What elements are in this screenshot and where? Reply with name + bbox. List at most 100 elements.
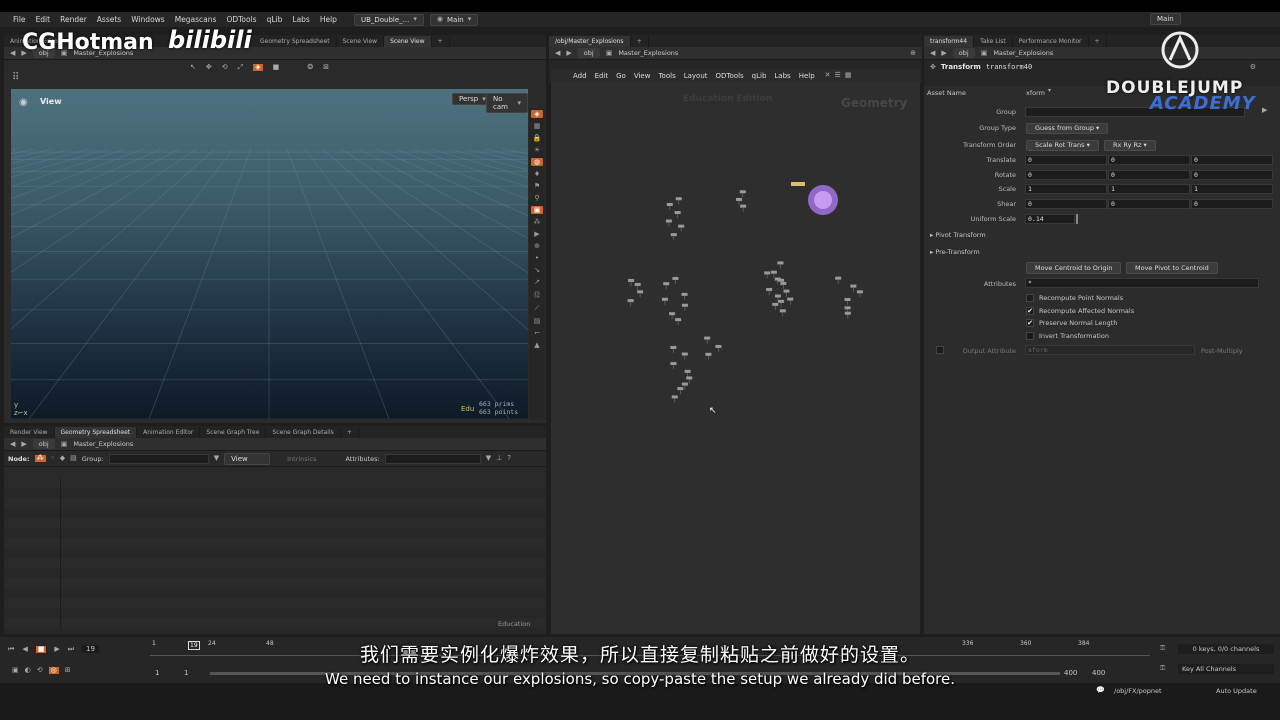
texture-icon[interactable]: ▣ — [531, 206, 543, 214]
camera-tool-icon[interactable]: ▶ — [534, 230, 539, 238]
chevron-down-icon[interactable]: ▾ — [1048, 88, 1051, 94]
path-node[interactable]: Master_Explosions — [618, 49, 678, 57]
path-node[interactable]: Master_Explosions — [73, 440, 133, 448]
net-menu-view[interactable]: View — [630, 72, 655, 80]
points-mode-icon[interactable]: ⁂ — [34, 455, 46, 462]
menu-odtools[interactable]: ODTools — [221, 15, 261, 24]
move-tool-icon[interactable]: ✥ — [206, 63, 212, 71]
translate-z-field[interactable]: 0 — [1191, 155, 1273, 165]
add-tab-button[interactable]: + — [432, 36, 450, 47]
output-attribute-field[interactable]: xform — [1025, 345, 1195, 355]
network-editor[interactable]: Education Edition Geometry ↖ — [551, 82, 920, 634]
uniform-scale-slider[interactable] — [1076, 214, 1078, 224]
target-icon[interactable]: ⊕ — [534, 242, 540, 250]
back-arrow-icon[interactable]: ◀ — [930, 49, 935, 57]
pin-icon[interactable]: ⊕ — [910, 49, 916, 57]
number-icon[interactable]: ⑫ — [534, 290, 541, 300]
net-menu-qlib[interactable]: qLib — [748, 72, 771, 80]
scale-y-field[interactable]: 1 — [1108, 184, 1190, 194]
transform-order-menu[interactable]: Scale Rot Trans ▾ — [1026, 140, 1099, 151]
tab-network-path[interactable]: /obj/Master_Explosions — [549, 36, 631, 47]
pose-tool-icon[interactable]: ■ — [273, 63, 280, 71]
add-tab-button[interactable]: + — [631, 36, 649, 47]
back-arrow-icon[interactable]: ◀ — [10, 440, 15, 448]
menu-labs[interactable]: Labs — [287, 15, 314, 24]
bulb-icon[interactable]: ♦ — [534, 170, 540, 178]
tab-performance-monitor[interactable]: Performance Monitor — [1013, 36, 1089, 47]
right-context-dropdown[interactable]: Main — [1150, 13, 1181, 25]
group-input[interactable] — [108, 453, 209, 464]
tools-icon[interactable]: ✕ — [825, 72, 831, 79]
camera-nocam-menu[interactable]: No cam ▾ — [486, 93, 528, 113]
tab-take-list[interactable]: Take List — [974, 36, 1013, 47]
filter-icon[interactable]: ▼ — [214, 455, 219, 462]
lock-icon[interactable]: 🔒 — [533, 134, 542, 142]
post-multiply-menu[interactable]: Post-Multiply — [1201, 347, 1243, 355]
dot-icon[interactable]: • — [535, 254, 539, 262]
menu-render[interactable]: Render — [55, 15, 92, 24]
net-menu-edit[interactable]: Edit — [591, 72, 613, 80]
flag-icon[interactable]: ⚑ — [534, 182, 540, 190]
tab-scene-view-2[interactable]: Scene View — [384, 36, 432, 47]
forward-arrow-icon[interactable]: ▶ — [21, 440, 26, 448]
vertices-mode-icon[interactable]: ◦ — [51, 455, 55, 462]
rotate-x-field[interactable]: 0 — [1025, 170, 1107, 180]
move-centroid-origin-button[interactable]: Move Centroid to Origin — [1026, 262, 1122, 274]
net-menu-add[interactable]: Add — [569, 72, 591, 80]
gear-icon[interactable]: ⚙ — [1250, 63, 1256, 71]
net-menu-help[interactable]: Help — [795, 72, 819, 80]
tab-render-view[interactable]: Render View — [4, 427, 55, 438]
chat-icon[interactable]: 💬 — [1096, 687, 1105, 694]
add-tab-button[interactable]: + — [1089, 36, 1107, 47]
translate-y-field[interactable]: 0 — [1108, 155, 1190, 165]
ghost-icon[interactable]: ▦ — [534, 122, 541, 130]
menu-assets[interactable]: Assets — [92, 15, 126, 24]
path-level[interactable]: obj — [952, 48, 975, 58]
shear-x-field[interactable]: 0 — [1025, 199, 1107, 209]
list-icon[interactable]: ☰ — [835, 72, 841, 79]
scale-tool-icon[interactable]: ⤢ — [238, 63, 244, 71]
attributes-input[interactable] — [384, 453, 481, 464]
arrow-select-icon[interactable]: ▶ — [1262, 107, 1267, 114]
shear-z-field[interactable]: 0 — [1191, 199, 1273, 209]
net-menu-layout[interactable]: Layout — [680, 72, 712, 80]
net-menu-tools[interactable]: Tools — [654, 72, 679, 80]
triangle-icon[interactable]: ▲ — [534, 341, 539, 349]
invert-transformation-checkbox[interactable] — [1026, 332, 1034, 340]
display-options-icon[interactable]: ⊠ — [323, 63, 329, 71]
measure-icon[interactable]: ↘ — [534, 266, 540, 274]
scale-x-field[interactable]: 1 — [1025, 184, 1107, 194]
primitives-mode-icon[interactable]: ◆ — [60, 455, 65, 462]
tab-animation-editor-2[interactable]: Animation Editor — [137, 427, 201, 438]
recompute-point-normals-checkbox[interactable] — [1026, 294, 1034, 302]
rotate-y-field[interactable]: 0 — [1108, 170, 1190, 180]
tab-geometry-spreadsheet-2[interactable]: Geometry Spreadsheet — [54, 427, 138, 438]
net-menu-odtools[interactable]: ODTools — [712, 72, 748, 80]
tab-scene-view-1[interactable]: Scene View — [337, 36, 385, 47]
snap-icon[interactable]: ❂ — [307, 63, 313, 71]
corner-icon[interactable]: ⌐ — [534, 329, 540, 337]
translate-x-field[interactable]: 0 — [1025, 155, 1107, 165]
move-pivot-centroid-button[interactable]: Move Pivot to Centroid — [1126, 262, 1218, 274]
forward-arrow-icon[interactable]: ▶ — [941, 49, 946, 57]
menu-qlib[interactable]: qLib — [262, 15, 288, 24]
tab-scene-graph-tree[interactable]: Scene Graph Tree — [200, 427, 267, 438]
handle-tool-icon[interactable]: ◈ — [253, 63, 263, 71]
columns-icon[interactable]: ⊥ — [496, 455, 502, 462]
path-node[interactable]: Master_Explosions — [993, 49, 1053, 57]
select-tool-icon[interactable]: ↖ — [190, 63, 196, 71]
add-tab-button[interactable]: + — [341, 427, 359, 438]
group-type-menu[interactable]: Guess from Group ▾ — [1026, 123, 1109, 134]
auto-update-menu[interactable]: Auto Update — [1216, 687, 1257, 695]
node-name[interactable]: transform40 — [986, 63, 1032, 71]
menu-edit[interactable]: Edit — [31, 15, 56, 24]
intrinsics-label[interactable]: Intrinsics — [287, 455, 316, 463]
desktop-dropdown[interactable]: UB_Double_... ▾ — [353, 13, 424, 26]
rotate-z-field[interactable]: 0 — [1191, 170, 1273, 180]
scale-z-field[interactable]: 1 — [1191, 184, 1273, 194]
filter-icon[interactable]: ▼ — [486, 455, 491, 462]
view-dropdown[interactable]: View — [224, 452, 271, 465]
particles-icon[interactable]: ⁂ — [534, 218, 541, 226]
menu-megascans[interactable]: Megascans — [170, 15, 222, 24]
pivot-transform-folder[interactable]: ▸ Pivot Transform — [930, 231, 986, 239]
